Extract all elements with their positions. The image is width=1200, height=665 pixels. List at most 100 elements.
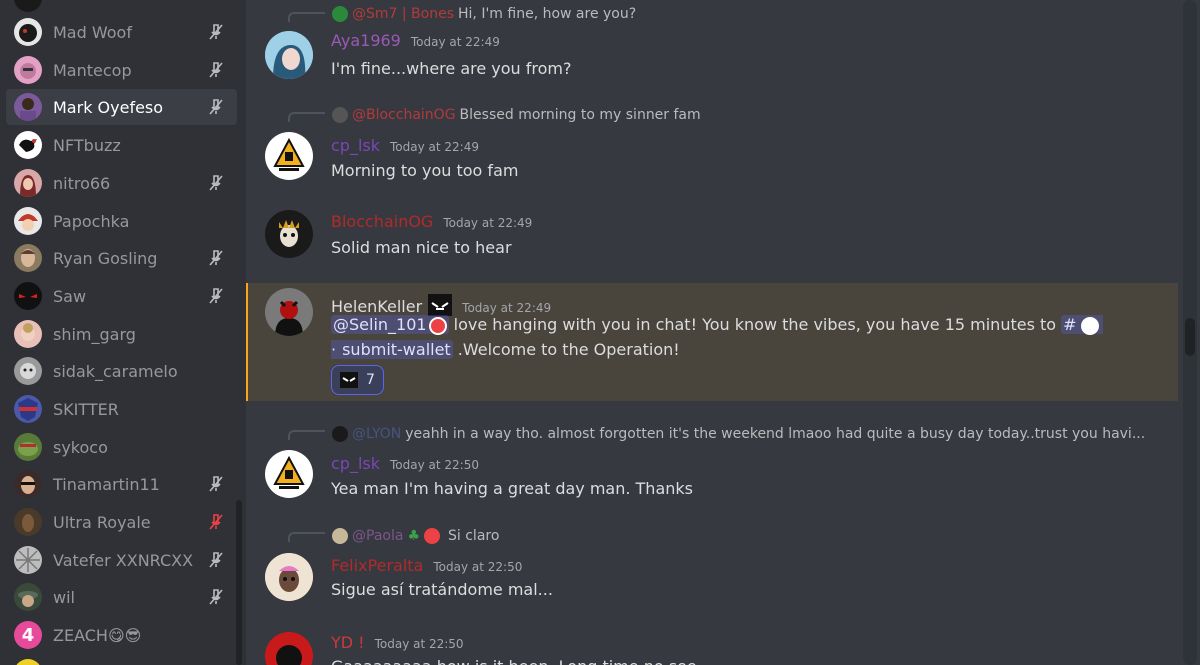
author-name[interactable]: YD ! <box>331 633 365 652</box>
member-item[interactable]: NFTbuzz <box>6 127 237 163</box>
avatar[interactable] <box>265 553 313 601</box>
message-text: love hanging with you in chat! You know … <box>453 315 1057 334</box>
author-name[interactable]: cp_lsk <box>331 454 380 473</box>
member-item-selected[interactable]: Mark Oyefeso <box>6 89 237 125</box>
message: @BlocchainOG Blessed morning to my sinne… <box>246 100 1178 192</box>
reply-author[interactable]: @LYON <box>352 426 401 442</box>
muted-mic-icon <box>209 288 223 304</box>
avatar: 4 <box>14 621 42 649</box>
member-name: Tinamartin11 <box>53 474 160 494</box>
member-item[interactable]: 4 ZEACH😋😎 <box>6 617 237 653</box>
reply-spine <box>288 532 325 542</box>
avatar[interactable] <box>265 632 313 665</box>
reply-avatar <box>332 107 348 123</box>
message-content: Solid man nice to hear <box>331 238 512 257</box>
avatar <box>14 433 42 461</box>
avatar[interactable] <box>265 132 313 180</box>
muted-mic-icon <box>209 552 223 568</box>
author-name[interactable]: Aya1969 <box>331 31 401 50</box>
avatar <box>14 395 42 423</box>
avatar <box>14 56 42 84</box>
message-mention-highlight: HelenKeller Today at 22:49 @Selin_101 lo… <box>246 283 1178 401</box>
avatar <box>14 659 42 665</box>
member-item[interactable]: Vatefer XXNRCXX <box>6 542 237 578</box>
member-item[interactable]: Tinamartin11 <box>6 466 237 502</box>
reply-author[interactable]: @BlocchainOG <box>352 107 456 123</box>
member-item[interactable]: Mad Woof <box>6 14 237 50</box>
member-item[interactable]: nitro66 <box>6 165 237 201</box>
message: @Sm7 | Bones Hi, I'm fine, how are you? … <box>246 0 1178 92</box>
member-item[interactable]: SKITTER <box>6 391 237 427</box>
reply-spine <box>288 430 325 440</box>
muted-mic-icon <box>209 250 223 266</box>
avatar <box>14 546 42 574</box>
avatar-letter: 4 <box>21 624 35 646</box>
avatar <box>14 470 42 498</box>
avatar <box>14 93 42 121</box>
message-header: cp_lsk Today at 22:50 <box>331 454 479 473</box>
member-name: wil <box>53 587 75 607</box>
avatar[interactable] <box>265 31 313 79</box>
channel-hash: # <box>1063 315 1077 334</box>
reply-avatar <box>332 6 348 22</box>
member-name: ZEACH😋😎 <box>53 625 142 645</box>
member-item[interactable]: wil <box>6 579 237 615</box>
avatar[interactable] <box>265 210 313 258</box>
chat-scrollbar-thumb[interactable] <box>1185 318 1195 356</box>
message: @Paola ♣ Si claro FelixPeralta Today at … <box>246 520 1178 612</box>
member-item[interactable]: Mantecop <box>6 52 237 88</box>
message-header: YD ! Today at 22:50 <box>331 633 464 652</box>
reply-preview[interactable]: @BlocchainOG Blessed morning to my sinne… <box>332 105 701 125</box>
member-name: Ryan Gosling <box>53 248 158 268</box>
timestamp: Today at 22:49 <box>443 216 533 230</box>
reply-preview[interactable]: @Sm7 | Bones Hi, I'm fine, how are you? <box>332 4 636 24</box>
member-item[interactable]: Papochka <box>6 203 237 239</box>
reply-author[interactable]: @Sm7 | Bones <box>352 6 454 22</box>
server-muted-mic-icon <box>209 514 223 530</box>
message-content: Gaaaaaaaaa how is it been. Long time no … <box>331 654 697 665</box>
avatar <box>14 282 42 310</box>
member-name: NFTbuzz <box>53 135 121 155</box>
author-name[interactable]: FelixPeralta <box>331 556 423 575</box>
message-content: I'm fine...where are you from? <box>331 59 572 78</box>
reply-preview[interactable]: @Paola ♣ Si claro <box>332 526 499 546</box>
author-name[interactable]: BlocchainOG <box>331 212 433 231</box>
message-header: Aya1969 Today at 22:49 <box>331 31 500 50</box>
member-name: Mad Woof <box>53 22 132 42</box>
avatar[interactable] <box>265 288 313 336</box>
author-name[interactable]: cp_lsk <box>331 136 380 155</box>
reaction-count: 7 <box>366 372 375 388</box>
red-circle-icon <box>424 528 440 544</box>
reply-text: Hi, I'm fine, how are you? <box>458 6 637 22</box>
avatar <box>14 320 42 348</box>
reply-preview[interactable]: @LYON yeahh in a way tho. almost forgott… <box>332 424 1145 444</box>
reply-avatar <box>332 426 348 442</box>
member-name: Ultra Royale <box>53 512 151 532</box>
cherries-icon: ♣ <box>407 528 420 544</box>
member-item[interactable]: shim_garg <box>6 316 237 352</box>
avatar <box>14 357 42 385</box>
member-name: Mantecop <box>53 60 132 80</box>
member-item[interactable]: sykoco <box>6 429 237 465</box>
reply-text: yeahh in a way tho. almost forgotten it'… <box>405 426 1146 442</box>
member-item[interactable]: sidak_caramelo <box>6 353 237 389</box>
avatar <box>14 583 42 611</box>
member-item[interactable]: Ultra Royale <box>6 504 237 540</box>
member-name: nitro66 <box>53 173 111 193</box>
user-mention[interactable]: @Selin_101 <box>331 315 449 335</box>
member-item-partial[interactable] <box>6 655 237 665</box>
message-content: Sigue así tratándome mal... <box>331 580 553 599</box>
member-name: Mark Oyefeso <box>53 97 164 117</box>
reply-author[interactable]: @Paola <box>352 528 403 544</box>
timestamp: Today at 22:50 <box>390 458 479 472</box>
member-name: Saw <box>53 286 87 306</box>
message-header: cp_lsk Today at 22:49 <box>331 136 479 155</box>
mention-text: @Selin_101 <box>333 315 427 334</box>
member-item[interactable]: Saw <box>6 278 237 314</box>
chat-messages: @Sm7 | Bones Hi, I'm fine, how are you? … <box>246 0 1200 665</box>
sidebar-scrollbar[interactable] <box>236 500 242 665</box>
avatar[interactable] <box>265 450 313 498</box>
reaction-button[interactable]: 7 <box>331 365 384 395</box>
timestamp: Today at 22:49 <box>410 35 500 49</box>
member-item[interactable]: Ryan Gosling <box>6 240 237 276</box>
